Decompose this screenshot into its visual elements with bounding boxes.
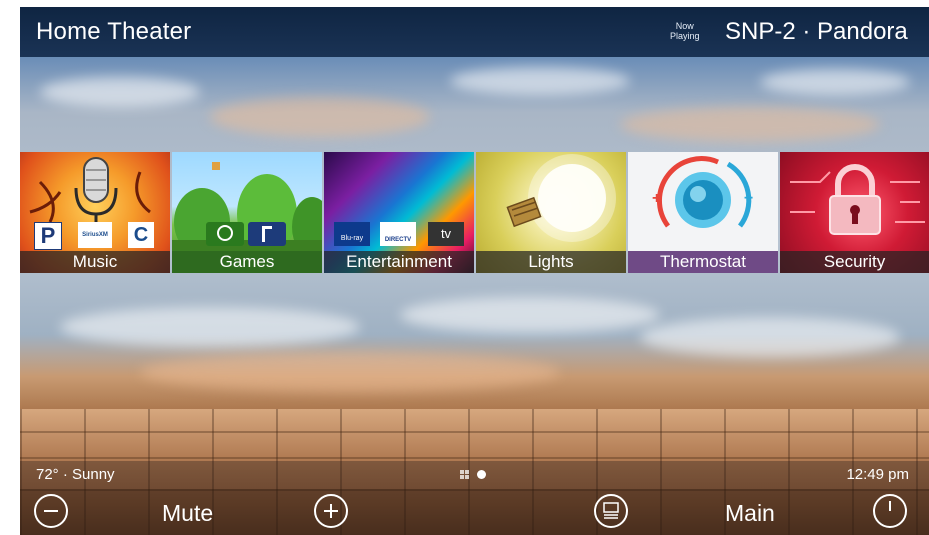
cloud xyxy=(60,307,360,347)
cloud xyxy=(400,297,660,333)
thermostat-plus-label: + xyxy=(652,190,662,207)
grid-icon[interactable] xyxy=(460,470,469,479)
minus-icon xyxy=(44,510,58,512)
cloud xyxy=(760,69,910,95)
tile-label: Thermostat xyxy=(628,251,778,273)
cloud xyxy=(450,67,630,95)
page-dot-active xyxy=(477,470,486,479)
mute-button[interactable]: Mute xyxy=(162,500,213,527)
playstation-icon xyxy=(248,222,286,246)
power-button[interactable] xyxy=(873,494,907,528)
tile-thermostat[interactable]: + − Thermostat xyxy=(628,152,778,273)
appletv-icon: tv xyxy=(428,222,464,246)
tile-label: Entertainment xyxy=(324,251,474,273)
screen: Home Theater Now Playing SNP-2 · Pandora… xyxy=(20,7,929,535)
now-playing-source[interactable]: SNP-2 · Pandora xyxy=(725,18,908,46)
bluray-icon: Blu-ray xyxy=(334,222,370,246)
menu-button[interactable] xyxy=(594,494,628,528)
cloud xyxy=(620,107,880,142)
main-button[interactable]: Main xyxy=(725,500,775,527)
crestron-icon: C xyxy=(128,222,154,248)
directv-icon: DIRECTV xyxy=(380,222,416,246)
weather-readout: 72° · Sunny xyxy=(36,466,115,483)
tile-row: P SiriusXM C Music Games Blu-ray DIRECTV… xyxy=(20,152,929,273)
tile-games[interactable]: Games xyxy=(172,152,322,273)
xbox-icon xyxy=(206,222,244,246)
control-bar: Mute Main xyxy=(20,489,929,535)
tile-music[interactable]: P SiriusXM C Music xyxy=(20,152,170,273)
cloud xyxy=(210,97,430,137)
volume-down-button[interactable] xyxy=(34,494,68,528)
page-title: Home Theater xyxy=(36,18,192,45)
siriusxm-icon: SiriusXM xyxy=(78,222,112,248)
tile-label: Music xyxy=(20,251,170,273)
menu-icon xyxy=(603,502,619,519)
tile-entertainment[interactable]: Blu-ray DIRECTV tv Entertainment xyxy=(324,152,474,273)
cloud xyxy=(40,77,200,107)
thermostat-minus-label: − xyxy=(744,190,754,207)
tile-label: Games xyxy=(172,251,322,273)
now-playing-label: Now Playing xyxy=(670,21,700,41)
power-icon xyxy=(889,501,891,511)
clock: 12:49 pm xyxy=(846,466,909,483)
tile-label: Security xyxy=(780,251,929,273)
status-bar: 72° · Sunny 12:49 pm xyxy=(20,461,929,489)
volume-up-button[interactable] xyxy=(314,494,348,528)
header-bar: Home Theater Now Playing SNP-2 · Pandora xyxy=(20,7,929,57)
pandora-icon: P xyxy=(34,222,62,250)
cloud xyxy=(140,352,560,392)
tile-security[interactable]: Security xyxy=(780,152,929,273)
tile-lights[interactable]: Lights xyxy=(476,152,626,273)
cloud xyxy=(640,317,900,357)
tile-label: Lights xyxy=(476,251,626,273)
